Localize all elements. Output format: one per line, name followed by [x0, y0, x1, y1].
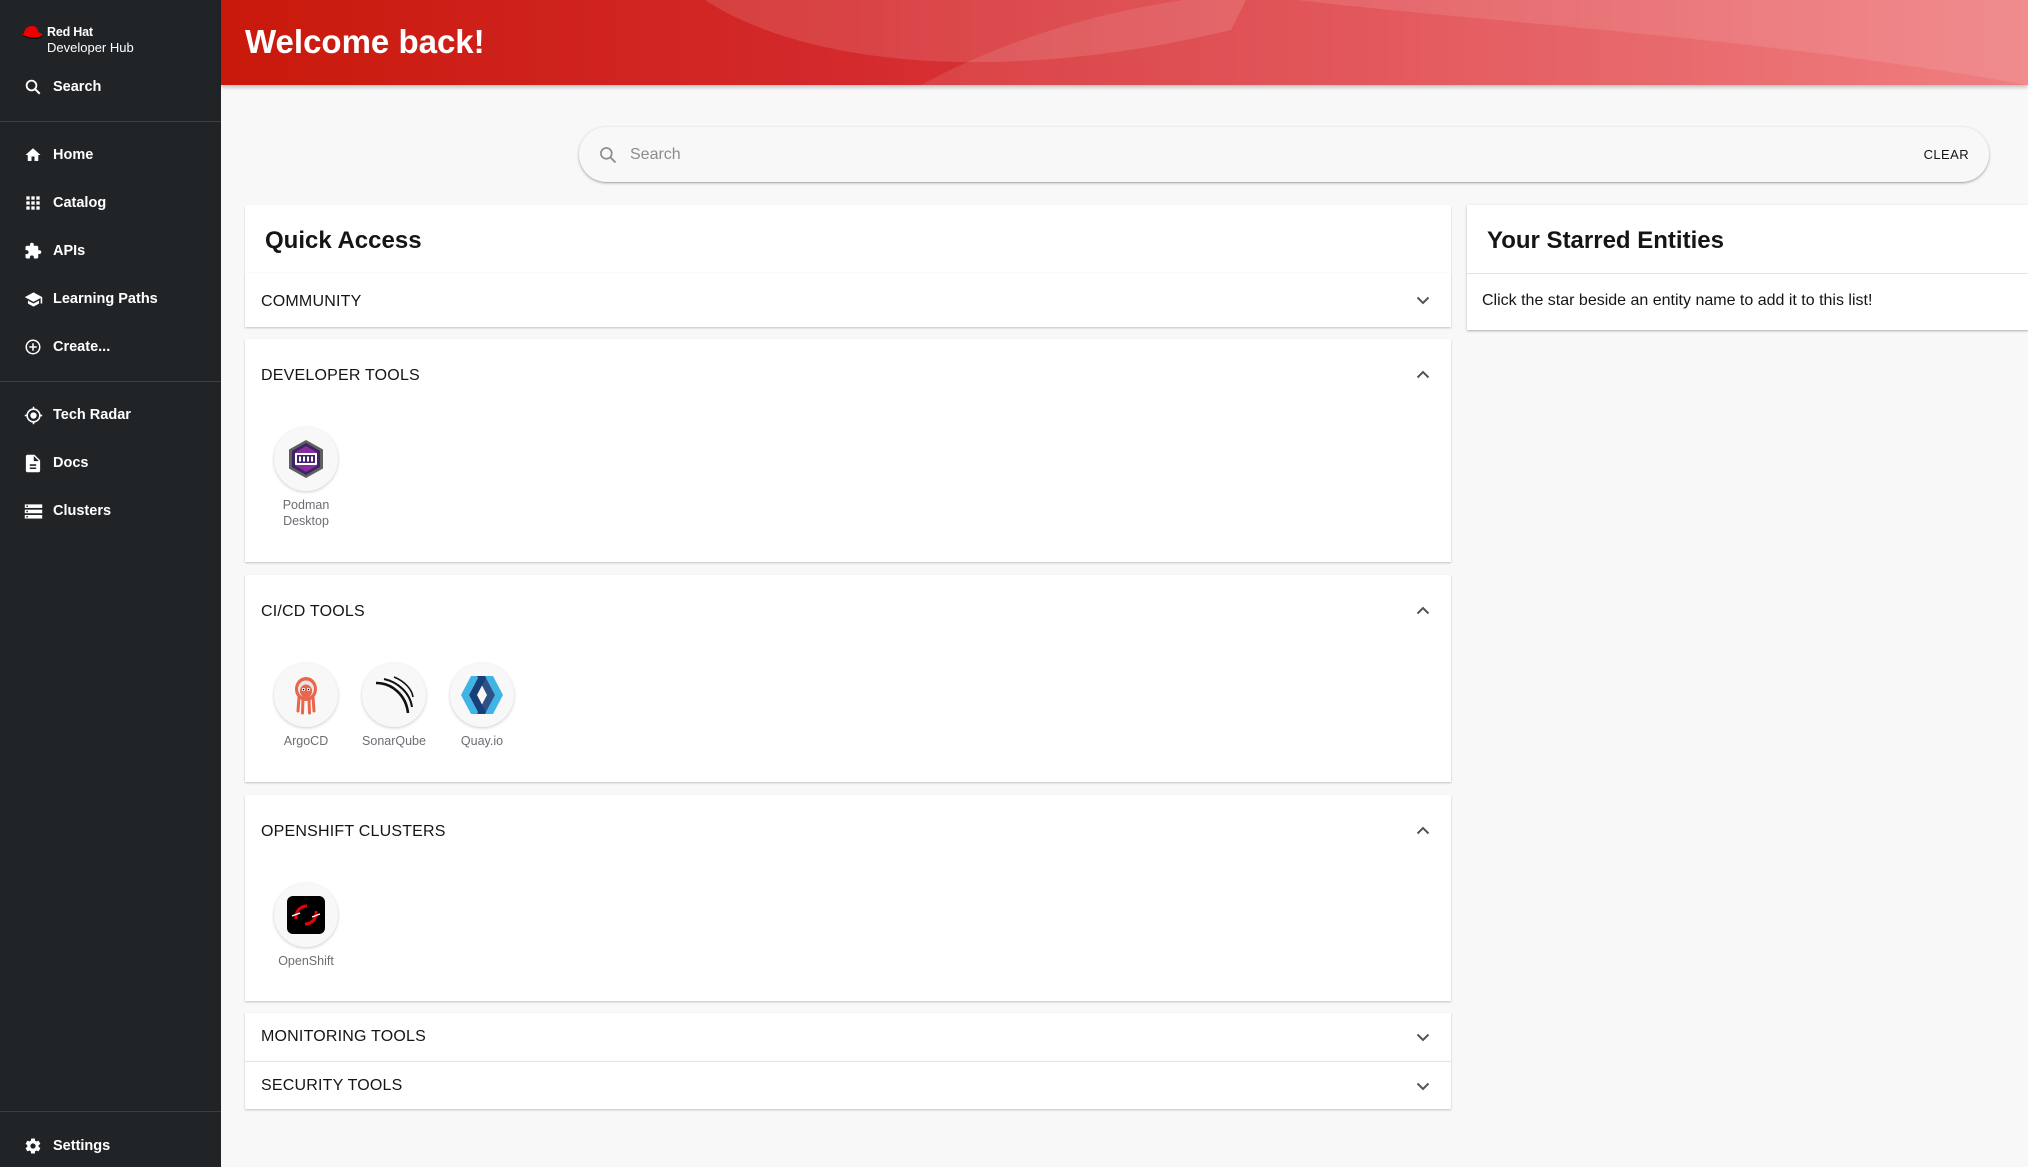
accordion-developer-tools: DEVELOPER TOOLS Podman Desktop	[245, 339, 1451, 562]
accordion-monitoring-tools: MONITORING TOOLS	[245, 1013, 1451, 1061]
sidebar-item-label: Catalog	[53, 195, 107, 211]
radar-icon	[23, 405, 43, 425]
sidebar-item-catalog[interactable]: Catalog	[0, 179, 221, 227]
home-icon	[23, 145, 43, 165]
accordion-header[interactable]: COMMUNITY	[245, 273, 1451, 327]
sidebar-item-label: Create...	[53, 339, 111, 355]
podman-icon	[289, 440, 323, 478]
sidebar-divider	[0, 121, 221, 122]
tile-icon-circle	[450, 663, 514, 727]
search-icon	[596, 143, 620, 167]
grid-icon	[23, 193, 43, 213]
openshift-icon	[287, 896, 325, 934]
tile-sonarqube[interactable]: SonarQube	[349, 663, 439, 749]
sidebar-item-clusters[interactable]: Clusters	[0, 487, 221, 535]
tile-icon-circle	[274, 427, 338, 491]
welcome-header: Welcome back!	[221, 0, 2028, 85]
card-divider	[1467, 273, 2028, 274]
accordion-title: COMMUNITY	[261, 293, 362, 310]
page-title: Welcome back!	[245, 23, 485, 60]
accordion-header[interactable]: CI/CD TOOLS	[245, 575, 1451, 639]
quick-access-header: Quick Access	[245, 205, 1451, 273]
sidebar-item-learning-paths[interactable]: Learning Paths	[0, 275, 221, 323]
accordion-security-tools: SECURITY TOOLS	[245, 1061, 1451, 1109]
starred-empty-text: Click the star beside an entity name to …	[1482, 292, 1873, 309]
chevron-down-icon	[1413, 290, 1433, 310]
quick-access-title: Quick Access	[265, 227, 422, 254]
storage-icon	[23, 501, 43, 521]
accordion-title: MONITORING TOOLS	[261, 1028, 427, 1045]
sidebar-item-tech-radar[interactable]: Tech Radar	[0, 391, 221, 439]
chevron-down-icon	[1413, 1027, 1433, 1047]
starred-entities-card: Your Starred Entities Click the star bes…	[1467, 205, 2028, 330]
sidebar: Red Hat Developer Hub Search Home Catalo…	[0, 0, 221, 1167]
tile-label: Podman Desktop	[282, 498, 330, 528]
sidebar-item-label: APIs	[53, 243, 86, 259]
tile-podman-desktop[interactable]: Podman Desktop	[261, 427, 351, 529]
sidebar-divider	[0, 381, 221, 382]
sidebar-item-label: Clusters	[53, 503, 112, 519]
sidebar-search[interactable]: Search	[0, 63, 221, 111]
tile-argocd[interactable]: ArgoCD	[261, 663, 351, 749]
accordion-cicd-tools: CI/CD TOOLS ArgoCD SonarQube Quay.io	[245, 575, 1451, 782]
accordion-title: SECURITY TOOLS	[261, 1077, 403, 1094]
document-icon	[23, 453, 43, 473]
gear-icon	[23, 1136, 43, 1156]
sidebar-item-label: Learning Paths	[53, 291, 158, 307]
tile-label: OpenShift	[278, 954, 334, 968]
chevron-up-icon	[1413, 364, 1433, 384]
tile-label: Quay.io	[460, 734, 504, 748]
chevron-down-icon	[1413, 1076, 1433, 1096]
tile-quay[interactable]: Quay.io	[437, 663, 527, 749]
sidebar-item-label: Home	[53, 147, 94, 163]
search-icon	[23, 77, 43, 97]
quay-icon	[461, 676, 503, 714]
argocd-icon	[295, 677, 317, 715]
sidebar-item-label: Tech Radar	[53, 407, 131, 423]
sidebar-divider	[0, 1111, 221, 1112]
tile-icon-circle	[362, 663, 426, 727]
accordion-header[interactable]: DEVELOPER TOOLS	[245, 339, 1451, 403]
chevron-up-icon	[1413, 600, 1433, 620]
sonarqube-icon	[375, 676, 414, 714]
starred-entities-title: Your Starred Entities	[1487, 227, 1724, 254]
accordion-title: OPENSHIFT CLUSTERS	[261, 823, 446, 840]
sidebar-item-label: Docs	[53, 455, 89, 471]
red-hat-logo[interactable]: Red Hat Developer Hub	[21, 25, 161, 55]
accordion-openshift-clusters: OPENSHIFT CLUSTERS OpenShift	[245, 795, 1451, 1001]
accordion-community: COMMUNITY	[245, 273, 1451, 327]
chevron-up-icon	[1413, 820, 1433, 840]
sidebar-item-settings[interactable]: Settings	[0, 1122, 221, 1167]
sidebar-search-label: Search	[53, 79, 102, 95]
tile-icon-circle	[274, 883, 338, 947]
logo-brand: Red Hat	[47, 25, 93, 39]
header-wave-decoration	[705, 0, 2028, 85]
accordion-header[interactable]: SECURITY TOOLS	[245, 1062, 1451, 1110]
sidebar-item-apis[interactable]: APIs	[0, 227, 221, 275]
sidebar-item-docs[interactable]: Docs	[0, 439, 221, 487]
accordion-header[interactable]: MONITORING TOOLS	[245, 1013, 1451, 1061]
tile-openshift[interactable]: OpenShift	[261, 883, 351, 969]
accordion-title: DEVELOPER TOOLS	[261, 367, 420, 384]
puzzle-icon	[23, 241, 43, 261]
clear-button[interactable]: CLEAR	[1924, 147, 1969, 162]
quick-access-card: Quick Access COMMUNITY DEVELOPER TOOLS P…	[245, 205, 1451, 1109]
add-circle-icon	[23, 337, 43, 357]
sidebar-item-create[interactable]: Create...	[0, 323, 221, 371]
sidebar-item-home[interactable]: Home	[0, 131, 221, 179]
accordion-header[interactable]: OPENSHIFT CLUSTERS	[245, 795, 1451, 859]
school-icon	[23, 289, 43, 309]
sidebar-settings-label: Settings	[53, 1138, 111, 1154]
search-bar: CLEAR	[579, 127, 1989, 182]
accordion-title: CI/CD TOOLS	[261, 603, 365, 620]
tile-label: ArgoCD	[283, 734, 329, 748]
logo-product: Developer Hub	[47, 40, 134, 55]
tile-icon-circle	[274, 663, 338, 727]
red-hat-fedora-icon	[22, 26, 42, 39]
search-input[interactable]	[630, 145, 1924, 164]
tile-label: SonarQube	[362, 734, 426, 748]
